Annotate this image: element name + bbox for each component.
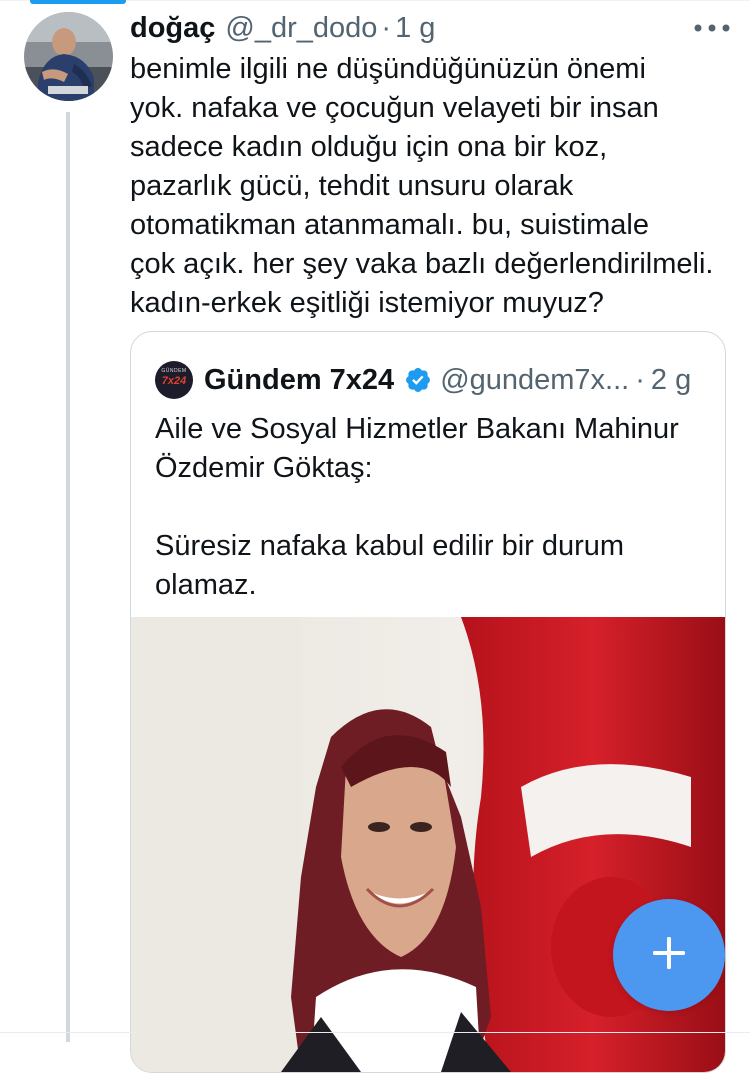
quoted-text-line: Aile ve Sosyal Hizmetler Bakanı Mahinur	[155, 413, 679, 445]
quoted-author-name[interactable]: Gündem 7x24	[204, 364, 394, 397]
plus-icon	[651, 935, 687, 976]
compose-tweet-button[interactable]	[613, 899, 725, 1011]
quoted-avatar-small-text: GÜNDEM	[161, 368, 187, 374]
thread-connector-line	[66, 112, 70, 1042]
tweet-text-line: yok. nafaka ve çocuğun velayeti bir insa…	[130, 92, 659, 124]
quoted-tweet-photo[interactable]	[131, 617, 725, 1072]
tweet-text-line: çok açık. her şey vaka bazlı değerlendir…	[130, 248, 714, 280]
verified-badge-icon	[404, 366, 432, 394]
tweet-text-line: otomatikman atanmamalı. bu, suistimale	[130, 209, 649, 241]
author-handle[interactable]: @_dr_dodo	[225, 12, 377, 45]
quoted-avatar-logo: 7x24	[155, 375, 193, 387]
tweet-text: benimle ilgili ne düşündüğünüzün önemi y…	[130, 50, 730, 323]
bottom-divider	[0, 1032, 750, 1033]
tweet-text-line: benimle ilgili ne düşündüğünüzün önemi	[130, 53, 646, 85]
quoted-tweet-text: Aile ve Sosyal Hizmetler Bakanı Mahinur …	[155, 410, 715, 605]
separator-dot: ·	[381, 11, 392, 44]
tweet-text-line: pazarlık gücü, tehdit unsuru olarak	[130, 170, 574, 202]
tweet-timestamp[interactable]: 1 g	[395, 12, 435, 45]
quoted-author-handle[interactable]: @gundem7x...	[440, 364, 629, 397]
quoted-avatar-logo-text: 7x24	[161, 375, 187, 387]
tweet-text-line: sadece kadın olduğu için ona bir koz,	[130, 131, 608, 163]
tweet-header: doğaç @_dr_dodo · 1 g	[130, 8, 435, 48]
author-name[interactable]: doğaç	[130, 12, 215, 45]
tweet-text-line: kadın-erkek eşitliği istemiyor muyuz?	[130, 287, 604, 319]
quoted-tweet-header: GÜNDEM 7x24 Gündem 7x24 @gundem7x... · 2…	[155, 360, 691, 400]
quoted-text-line: Özdemir Göktaş:	[155, 452, 373, 484]
scroll-indicator	[30, 0, 126, 4]
quoted-tweet-timestamp[interactable]: 2 g	[651, 364, 691, 397]
author-avatar[interactable]	[24, 12, 113, 101]
quoted-author-avatar[interactable]: GÜNDEM 7x24	[155, 361, 193, 399]
separator-dot: ·	[635, 363, 645, 396]
quoted-text-line: olamaz.	[155, 569, 257, 601]
quoted-text-line: Süresiz nafaka kabul edilir bir durum	[155, 530, 625, 562]
more-options-icon[interactable]	[690, 16, 734, 40]
